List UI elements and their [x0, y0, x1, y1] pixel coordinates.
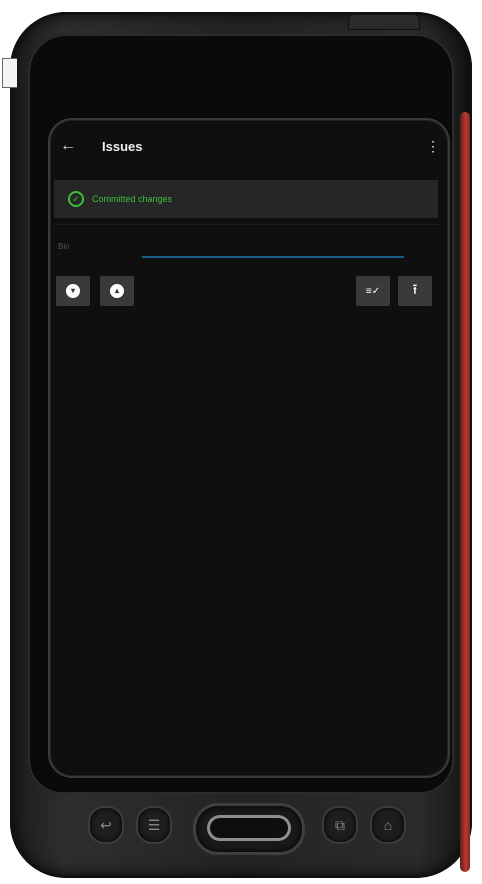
check-circle-icon: ✓ — [68, 191, 84, 207]
hardware-recent-apps-button[interactable]: ⧉ — [324, 808, 356, 842]
chevron-up-icon: ▴ — [110, 284, 124, 298]
device-side-rail — [460, 112, 470, 872]
power-button[interactable] — [348, 14, 420, 30]
upload-button[interactable]: ⭱ — [398, 276, 432, 306]
corner-bracket — [2, 58, 17, 88]
bin-input[interactable] — [142, 256, 404, 258]
app-bar: ← Issues ⋮ — [56, 128, 442, 164]
chevron-down-icon: ▾ — [66, 284, 80, 298]
scan-trigger[interactable] — [196, 806, 302, 852]
arrow-left-icon[interactable]: ← — [56, 137, 80, 155]
bin-label: Bin — [58, 242, 70, 251]
scan-trigger-window — [210, 818, 288, 838]
menu-icon: ☰ — [147, 816, 161, 833]
snackbar-message: Committed changes — [92, 194, 173, 204]
checklist-button[interactable]: ≡✓ — [356, 276, 390, 306]
device-screen: ← Issues ⋮ ✓ Committed changes Bin ▾ ▴ ≡… — [50, 120, 448, 776]
back-icon: ↩ — [100, 816, 112, 833]
home-icon: ⌂ — [383, 817, 393, 833]
upload-icon: ⭱ — [412, 281, 418, 297]
hardware-home-button[interactable]: ⌂ — [372, 808, 404, 842]
move-down-button[interactable]: ▾ — [56, 276, 90, 306]
hardware-menu-button[interactable]: ☰ — [138, 808, 170, 842]
hardware-back-button[interactable]: ↩ — [90, 808, 122, 842]
move-up-button[interactable]: ▴ — [100, 276, 134, 306]
page-title: Issues — [102, 138, 143, 154]
divider — [54, 224, 438, 225]
handheld-device: ← Issues ⋮ ✓ Committed changes Bin ▾ ▴ ≡… — [10, 12, 472, 878]
recent-apps-icon: ⧉ — [335, 816, 345, 833]
checklist-icon: ≡✓ — [365, 285, 381, 297]
device-bezel: ← Issues ⋮ ✓ Committed changes Bin ▾ ▴ ≡… — [28, 34, 454, 794]
snackbar: ✓ Committed changes — [54, 180, 438, 218]
more-vertical-icon[interactable]: ⋮ — [424, 138, 442, 155]
